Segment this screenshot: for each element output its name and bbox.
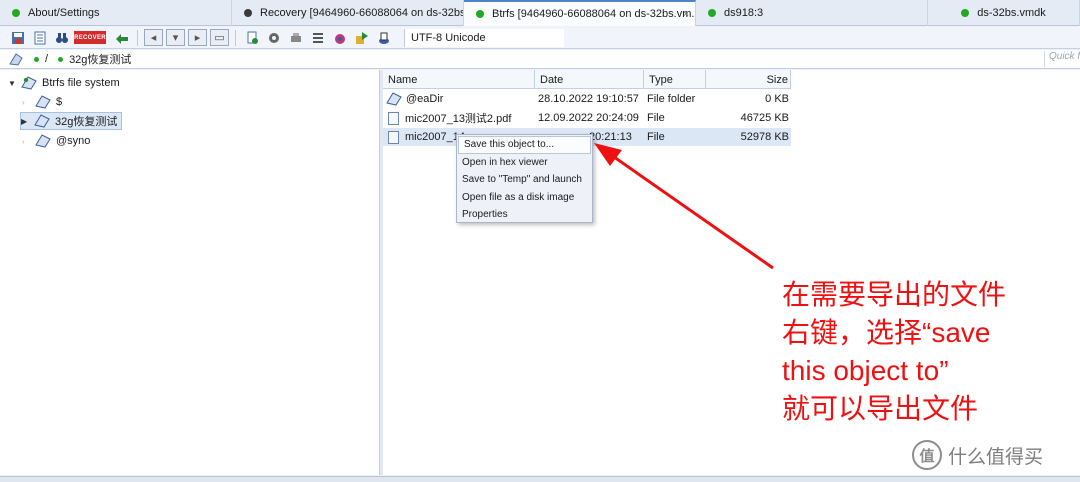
toolbar: RECOVER ◂ ▾ ▸ ▭ UTF-8 Unicode <box>0 27 1080 49</box>
folder-icon <box>34 114 50 128</box>
tree-item-syno[interactable]: › @syno <box>22 132 90 150</box>
breadcrumb-folder[interactable]: 32g恢复测试 <box>69 51 131 67</box>
panel-view-icon[interactable]: ▭ <box>210 29 229 46</box>
export-icon[interactable] <box>352 29 371 46</box>
status-dot-icon <box>58 56 64 62</box>
tab-label: Btrfs [9464960-66088064 on ds-32bs.vm... <box>492 8 696 20</box>
file-name: mic2007_13测试2.pdf <box>405 113 512 125</box>
file-name: @eaDir <box>406 93 444 105</box>
toolbar-separator <box>235 29 236 46</box>
date-cell: 12.09.2022 20:24:09 <box>538 112 639 124</box>
watermark-logo-icon: 值 <box>912 440 942 470</box>
status-dot-icon <box>708 9 716 17</box>
column-date-header[interactable]: Date <box>535 70 644 89</box>
expand-arrow-icon[interactable]: › <box>22 137 32 146</box>
folder-tree: ▼ Btrfs file system › $ ▶ 32g恢复测试 › @syn… <box>0 70 380 475</box>
save-icon[interactable] <box>8 29 27 46</box>
drive-icon[interactable] <box>8 52 24 66</box>
folder-icon <box>35 95 51 109</box>
status-dot-icon <box>12 9 20 17</box>
watermark: 值 什么值得买 <box>912 440 1077 470</box>
add-file-icon[interactable] <box>242 29 261 46</box>
tab-bar: About/Settings Recovery [9464960-6608806… <box>0 0 1080 26</box>
disk-image-icon[interactable] <box>374 29 393 46</box>
list-header: Name Date Type Size <box>383 70 791 89</box>
column-name-header[interactable]: Name <box>383 70 535 89</box>
tree-item-root[interactable]: ▼ Btrfs file system <box>8 74 120 92</box>
status-dot-icon <box>244 9 252 17</box>
date-cell: 28.10.2022 19:10:57 <box>538 93 639 105</box>
status-bar <box>0 476 1080 482</box>
table-row[interactable]: mic2007_13测试2.pdf 12.09.2022 20:24:09 Fi… <box>383 109 791 127</box>
name-cell: mic2007_13测试2.pdf <box>383 109 535 127</box>
file-icon <box>388 111 399 125</box>
watermark-text: 什么值得买 <box>948 446 1044 468</box>
close-icon[interactable]: × <box>683 9 689 20</box>
tab-label: ds918:3 <box>724 7 764 19</box>
tab-btrfs[interactable]: Btrfs [9464960-66088064 on ds-32bs.vm...… <box>464 0 696 26</box>
size-cell: 46725 KB <box>740 112 789 124</box>
annotation-line: 右键，选择“save <box>782 317 991 348</box>
menu-item-open-hex[interactable]: Open in hex viewer <box>457 154 592 172</box>
refresh-icon[interactable] <box>112 29 131 46</box>
tab-ds-32bs-vmdk[interactable]: ds-32bs.vmdk <box>928 0 1080 26</box>
annotation-line: 在需要导出的文件 <box>782 279 1007 310</box>
nav-down-icon[interactable]: ▾ <box>166 29 185 46</box>
menu-item-open-disk-image[interactable]: Open file as a disk image <box>457 189 592 207</box>
status-dot-icon <box>961 9 970 17</box>
tab-label: About/Settings <box>28 7 100 19</box>
tab-about-settings[interactable]: About/Settings <box>0 0 232 26</box>
folder-icon <box>35 134 51 148</box>
binoculars-icon[interactable] <box>52 29 71 46</box>
tree-item-dollar[interactable]: › $ <box>22 93 62 111</box>
document-list-icon[interactable] <box>30 29 49 46</box>
type-cell: File folder <box>647 93 696 105</box>
annotation-line: this object to” <box>782 355 949 386</box>
nav-forward-icon[interactable]: ▸ <box>188 29 207 46</box>
recover-button[interactable]: RECOVER <box>74 31 106 44</box>
size-cell: 0 KB <box>765 93 789 105</box>
tree-item-label: 32g恢复测试 <box>55 116 118 128</box>
type-cell: File <box>647 131 665 143</box>
network-icon[interactable] <box>330 29 349 46</box>
nav-back-icon[interactable]: ◂ <box>144 29 163 46</box>
annotation-text: 在需要导出的文件 右键，选择“save this object to” 就可以导… <box>782 276 1072 428</box>
menu-item-save-object[interactable]: Save this object to... <box>458 136 591 154</box>
folder-icon <box>386 92 402 106</box>
column-size-header[interactable]: Size <box>706 70 791 89</box>
size-cell: 52978 KB <box>740 131 789 143</box>
context-menu: Save this object to... Open in hex viewe… <box>456 134 593 223</box>
file-icon <box>388 130 399 144</box>
filesystem-icon <box>21 76 37 90</box>
list-view-icon[interactable] <box>308 29 327 46</box>
tree-item-32g[interactable]: ▶ 32g恢复测试 <box>20 112 123 130</box>
breadcrumb-root[interactable]: / <box>45 53 48 65</box>
tab-label: Recovery [9464960-66088064 on ds-32bs.v.… <box>260 7 464 19</box>
quick-find-input[interactable]: Quick fi <box>1044 51 1080 67</box>
tab-recovery[interactable]: Recovery [9464960-66088064 on ds-32bs.v.… <box>232 0 464 26</box>
type-cell: File <box>647 112 665 124</box>
name-cell: @eaDir <box>383 90 535 108</box>
menu-item-save-temp-launch[interactable]: Save to "Temp" and launch <box>457 171 592 189</box>
expand-arrow-icon[interactable]: ▼ <box>8 79 18 88</box>
gear-icon[interactable] <box>264 29 283 46</box>
toolbar-separator <box>137 29 138 46</box>
encoding-select[interactable]: UTF-8 Unicode <box>404 28 564 47</box>
expand-arrow-icon[interactable]: › <box>22 98 32 107</box>
column-type-header[interactable]: Type <box>644 70 706 89</box>
tree-item-label: $ <box>56 96 63 108</box>
tab-ds918[interactable]: ds918:3 <box>696 0 928 26</box>
status-dot-icon <box>34 56 39 62</box>
tab-label: ds-32bs.vmdk <box>977 7 1046 19</box>
tree-item-label: Btrfs file system <box>42 77 120 89</box>
status-dot-icon <box>476 10 484 18</box>
tree-item-label: @syno <box>56 135 91 147</box>
menu-item-properties[interactable]: Properties <box>457 206 592 224</box>
annotation-line: 就可以导出文件 <box>782 393 979 424</box>
drive-icon[interactable] <box>286 29 305 46</box>
expand-arrow-icon[interactable]: ▶ <box>21 117 31 126</box>
path-bar: / 32g恢复测试 Quick fi <box>0 50 1080 69</box>
table-row[interactable]: @eaDir 28.10.2022 19:10:57 File folder 0… <box>383 90 791 108</box>
